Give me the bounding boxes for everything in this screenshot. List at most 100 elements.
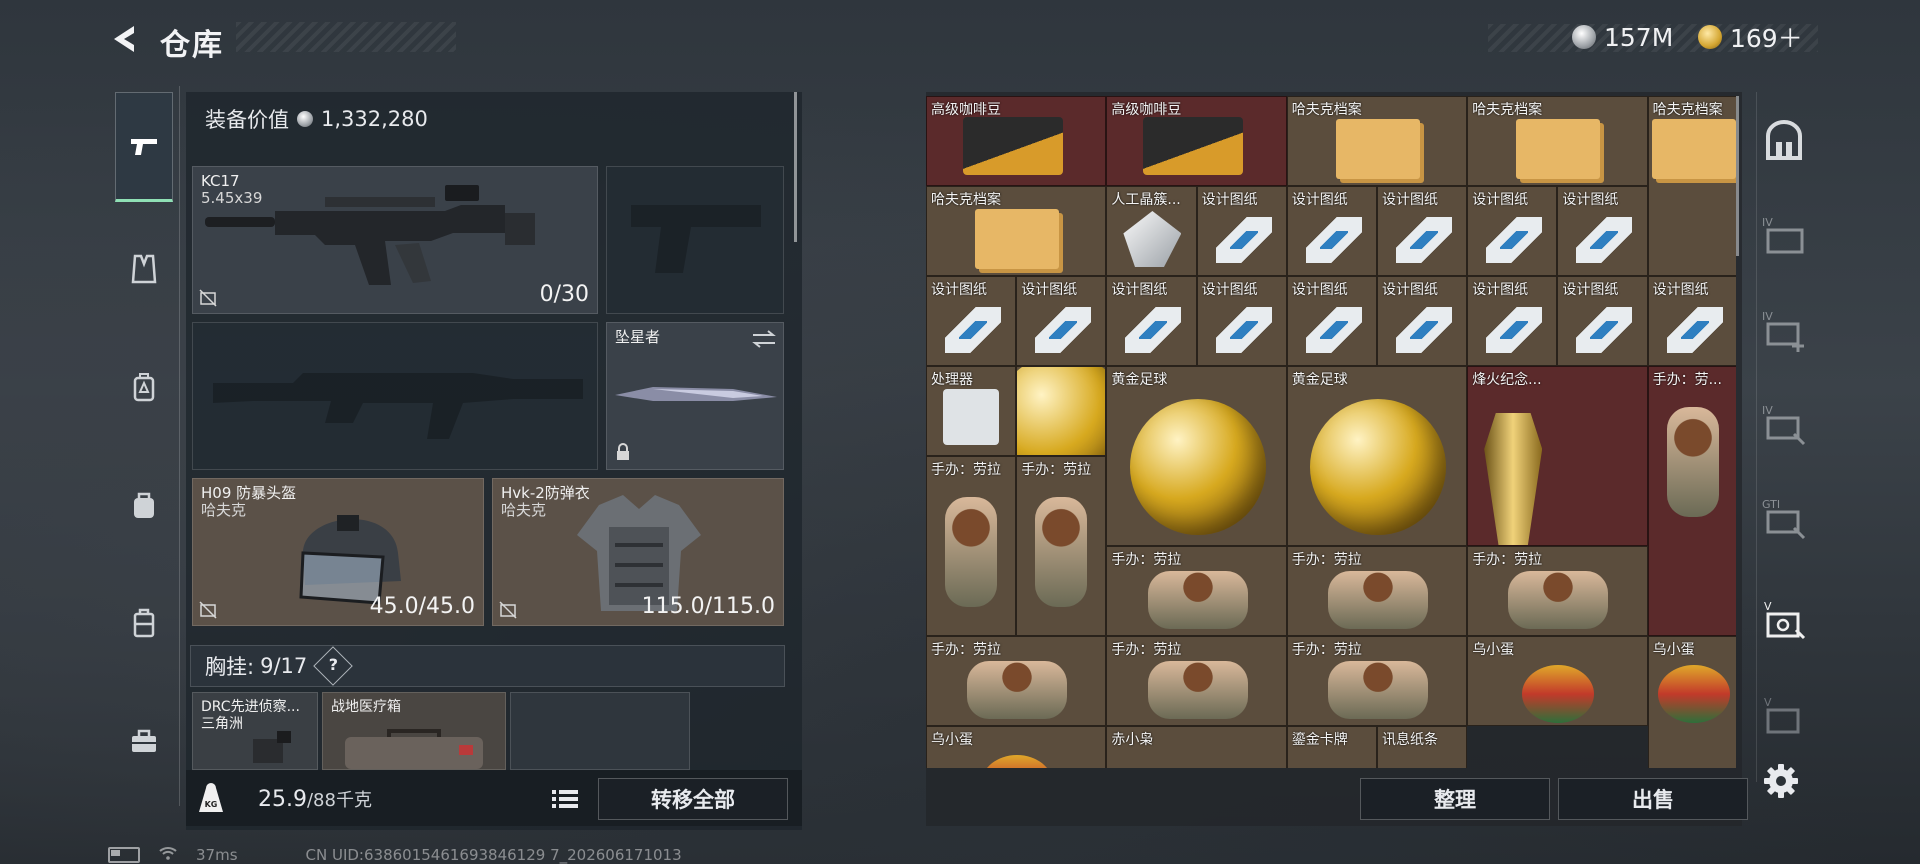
melee-slot[interactable]: 坠星者 [606, 322, 784, 470]
inventory-item[interactable]: 设计图纸 [926, 276, 1017, 366]
inventory-item[interactable]: 设计图纸 [1467, 186, 1558, 276]
expand-slot-4-icon[interactable]: GTI [1760, 494, 1808, 542]
inventory-item[interactable]: 手办：劳拉 [1016, 456, 1107, 636]
sell-button[interactable]: 出售 [1558, 778, 1748, 820]
inventory-item[interactable]: 设计图纸 [1286, 276, 1377, 366]
inventory-item-label: 设计图纸 [1291, 192, 1348, 208]
inventory-item[interactable]: 处理器 [926, 366, 1017, 456]
carry-weight-current: 25.9 [258, 787, 307, 812]
inventory-item[interactable]: 手办：劳拉 [1106, 546, 1287, 636]
primary-weapon-slot[interactable]: KC17 5.45x39 0/30 [192, 166, 598, 314]
inventory-item[interactable]: 设计图纸 [1286, 186, 1377, 276]
help-icon[interactable]: ? [313, 646, 354, 686]
inventory-item[interactable]: 黄金足球 [1016, 366, 1107, 456]
inventory-item[interactable]: 手办：劳拉 [1286, 546, 1468, 636]
no-insure-icon [499, 601, 517, 619]
locker-icon[interactable] [1760, 118, 1808, 166]
inventory-item[interactable]: 赤小枭 [1106, 726, 1287, 768]
inventory-item-image [1017, 367, 1106, 455]
chest-item-drone[interactable]: DRC先进侦察... 三角洲 [192, 692, 318, 770]
inventory-item-image [1147, 661, 1248, 719]
inventory-item[interactable]: 设计图纸 [1196, 186, 1287, 276]
rifle-image [205, 185, 535, 285]
rail-tab-case[interactable] [115, 594, 173, 652]
inventory-item[interactable]: 哈夫克档案 [1467, 96, 1648, 186]
rail-tab-bag[interactable] [115, 476, 173, 534]
inventory-item-image [1516, 119, 1601, 179]
secondary-weapon-slot[interactable] [192, 322, 598, 470]
inventory-item[interactable]: 设计图纸 [1016, 276, 1107, 366]
inventory-item[interactable]: 烽火纪念... [1467, 366, 1648, 546]
chest-item-medkit[interactable]: 战地医疗箱 [322, 692, 506, 770]
expand-slot-5-icon[interactable]: V [1760, 596, 1808, 644]
inventory-item-image [1335, 119, 1420, 179]
inventory-item-label: 设计图纸 [1111, 282, 1168, 298]
lock-icon [617, 443, 629, 460]
armor-slot[interactable]: Hvk-2防弹衣 哈夫克 115.0/115.0 [492, 478, 784, 626]
swap-icon[interactable] [751, 329, 777, 349]
inventory-item-label: 黄金足球 [1291, 372, 1348, 388]
inventory-item[interactable]: 设计图纸 [1196, 276, 1287, 366]
inventory-item[interactable]: 手办：劳拉 [1286, 636, 1468, 726]
inventory-item[interactable]: 设计图纸 [1467, 276, 1558, 366]
pistol-slot[interactable] [606, 166, 784, 314]
inventory-item[interactable]: 人工晶簇... [1106, 186, 1197, 276]
inventory-item-label: 哈夫克档案 [1472, 102, 1543, 118]
inventory-item-image [1215, 307, 1272, 353]
expand-slot-2-icon[interactable]: IV [1760, 306, 1808, 354]
transfer-all-button[interactable]: 转移全部 [598, 778, 788, 820]
inventory-item[interactable]: 设计图纸 [1377, 276, 1468, 366]
rail-tab-backpack[interactable] [115, 358, 173, 416]
inventory-item-image [1666, 407, 1719, 517]
inventory-item[interactable]: 黄金足球 [1286, 366, 1468, 546]
back-arrow-icon[interactable] [108, 22, 142, 56]
inventory-item[interactable]: 设计图纸 [1557, 276, 1648, 366]
inventory-item[interactable]: 手办：劳拉 [1106, 636, 1287, 726]
inventory-item[interactable]: 黄金足球 [1106, 366, 1287, 546]
inventory-item[interactable]: 设计图纸 [1377, 186, 1468, 276]
rail-tab-vest[interactable] [115, 240, 173, 298]
currency-silver[interactable]: 157M [1572, 20, 1673, 54]
inventory-item[interactable]: 哈夫克档案 [1647, 96, 1736, 276]
expand-slot-1-icon[interactable]: IV [1760, 212, 1808, 260]
settings-icon[interactable] [1762, 762, 1800, 800]
inventory-item[interactable]: 哈夫克档案 [926, 186, 1107, 276]
expand-slot-3-icon[interactable]: IV [1760, 400, 1808, 448]
loadout-scrollbar[interactable] [794, 92, 797, 242]
rail-tab-toolbox[interactable] [115, 712, 173, 770]
inventory-item[interactable]: 乌小蛋 [926, 726, 1107, 768]
inventory-item-label: 哈夫克档案 [1291, 102, 1362, 118]
inventory-item[interactable]: 高级咖啡豆 [1106, 96, 1287, 186]
currency-gold[interactable]: 169＋ [1698, 20, 1803, 54]
inventory-item[interactable]: 鎏金卡牌 [1286, 726, 1377, 768]
chest-rig-header[interactable]: 胸挂: 9/17 ? [190, 645, 785, 687]
inventory-item[interactable]: 高级咖啡豆 [926, 96, 1107, 186]
rifle-silhouette [213, 373, 583, 439]
inventory-item-image [1396, 307, 1452, 353]
inventory-item[interactable]: 手办：劳拉 [1467, 546, 1648, 636]
inventory-item[interactable]: 手办：劳拉 [926, 636, 1107, 726]
inventory-item-label: 手办：劳拉 [1291, 642, 1362, 658]
list-view-icon[interactable] [548, 784, 582, 814]
inventory-item[interactable]: 乌小蛋 [1647, 636, 1736, 768]
inventory-item[interactable]: 设计图纸 [1106, 276, 1197, 366]
currency-silver-value: 157M [1604, 22, 1674, 52]
helmet-slot[interactable]: H09 防暴头盔 哈夫克 45.0/45.0 [192, 478, 484, 626]
inventory-scrollbar[interactable] [1736, 96, 1739, 256]
inventory-item[interactable]: 讯息纸条 [1377, 726, 1468, 768]
helmet-durability: 45.0/45.0 [369, 594, 475, 619]
inventory-item[interactable]: 手办：劳... [1647, 366, 1736, 636]
rail-tab-weapons[interactable] [115, 92, 173, 202]
inventory-item[interactable]: 乌小蛋 [1467, 636, 1648, 726]
svg-text:IV: IV [1762, 404, 1773, 417]
inventory-item[interactable]: 设计图纸 [1557, 186, 1648, 276]
inventory-item[interactable]: 设计图纸 [1647, 276, 1736, 366]
sort-button[interactable]: 整理 [1360, 778, 1550, 820]
chest-slot-empty[interactable] [510, 692, 690, 770]
inventory-item[interactable]: 手办：劳拉 [926, 456, 1017, 636]
chest-rig-label: 胸挂: [205, 655, 255, 679]
inventory-item[interactable]: 哈夫克档案 [1286, 96, 1468, 186]
status-bar: 37ms CN UID:6386015461693846129 7_202606… [108, 846, 682, 864]
expand-slot-6-icon[interactable]: V [1760, 692, 1808, 740]
inventory-item-label: 设计图纸 [1201, 192, 1258, 208]
